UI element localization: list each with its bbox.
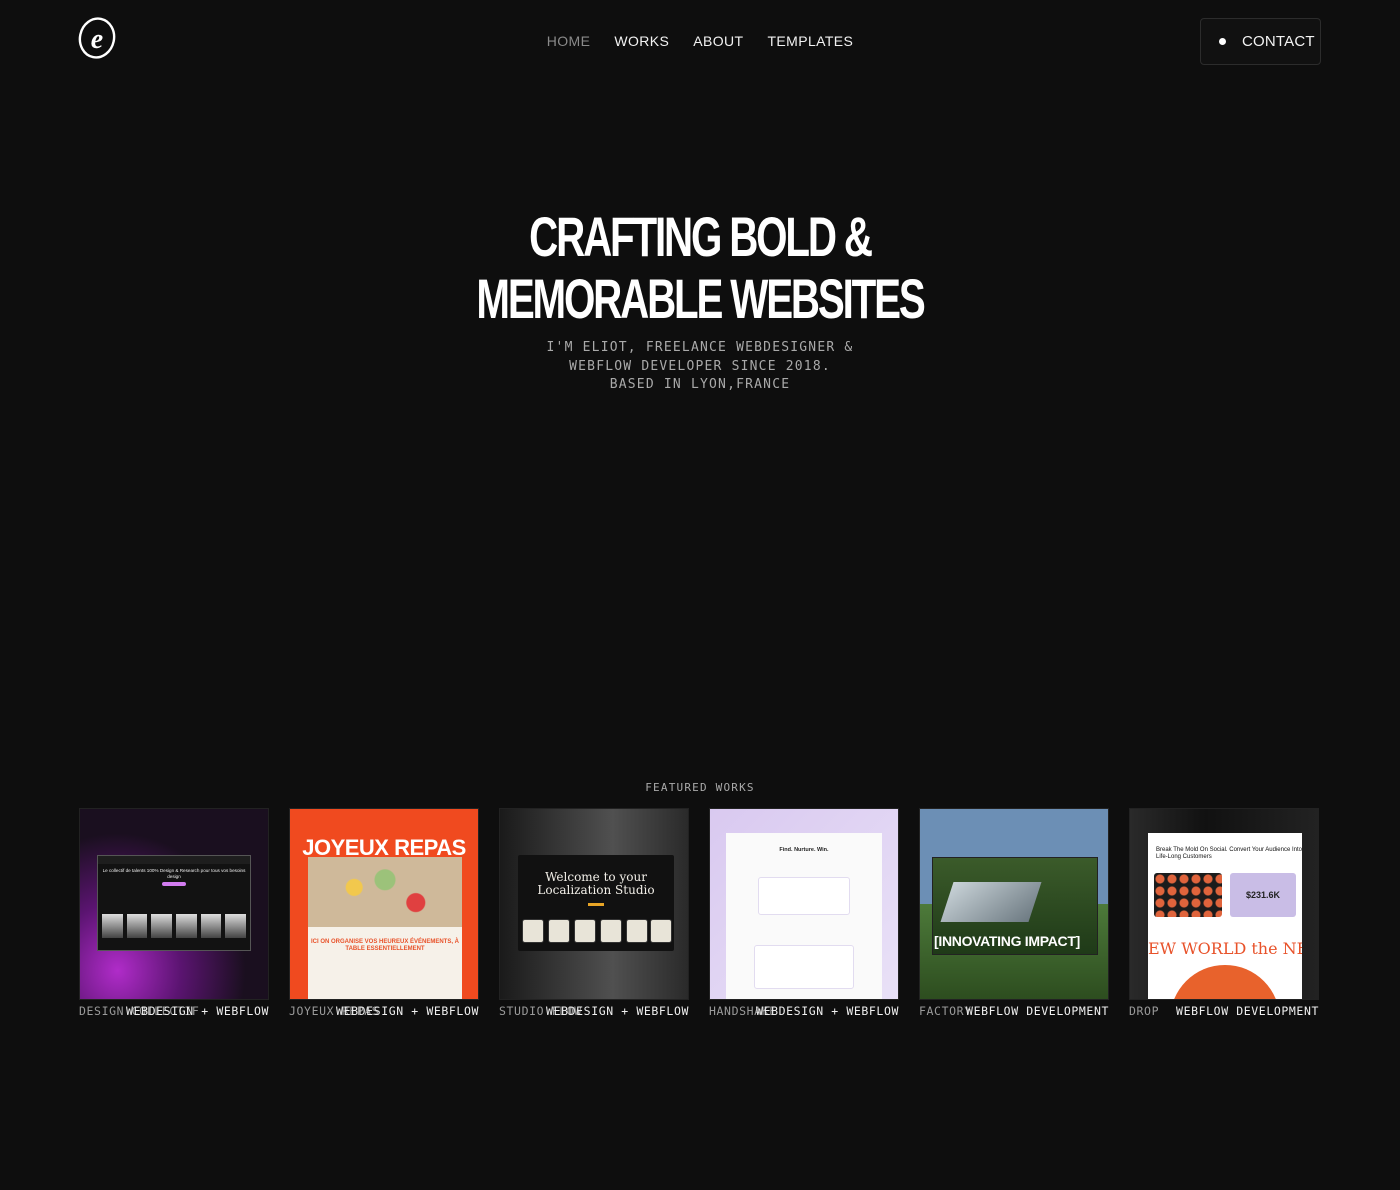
- work-card-handshake[interactable]: Find. Nurture. Win. HANDSHAKE WEBDESIGN …: [709, 808, 899, 1024]
- hero-subtitle-line: BASED IN LYON,FRANCE: [609, 377, 791, 392]
- thumb-panel: ICI ON ORGANISE VOS HEUREUX ÉVÉNEMENTS, …: [308, 927, 462, 999]
- hero-subtitle-line: WEBFLOW DEVELOPER SINCE 2018.: [569, 358, 831, 374]
- work-name: DROP: [1129, 1004, 1160, 1018]
- thumb-text: Find. Nurture. Win.: [779, 847, 829, 853]
- thumb-page: Break The Mold On Social. Convert Your A…: [1148, 833, 1302, 999]
- featured-works-label: FEATURED WORKS: [645, 781, 755, 794]
- nav-home[interactable]: HOME: [547, 33, 591, 49]
- thumb-text: Le collectif de talents 100% Design & Re…: [102, 868, 246, 879]
- thumb-text: Break The Mold On Social. Convert Your A…: [1156, 847, 1302, 860]
- work-thumbnail: JOYEUX REPAS ICI ON ORGANISE VOS HEUREUX…: [289, 808, 479, 1000]
- nav-works[interactable]: WORKS: [614, 33, 669, 49]
- work-thumbnail: Le collectif de talents 100% Design & Re…: [79, 808, 269, 1000]
- work-tag: WEBFLOW DEVELOPMENT: [966, 1004, 1109, 1018]
- hero-title: CRAFTING BOLD & MEMORABLE WEBSITES: [196, 206, 1204, 330]
- dot-icon: [1219, 38, 1226, 45]
- featured-works-list: Le collectif de talents 100% Design & Re…: [79, 808, 1319, 1024]
- hero-title-line: MEMORABLE WEBSITES: [476, 267, 925, 330]
- thumb-banner: EW WORLD the NEW W: [1148, 939, 1302, 958]
- thumb-text: [INNOVATING IMPACT]: [934, 933, 1080, 949]
- work-tag: WEBDESIGN + WEBFLOW: [756, 1004, 899, 1018]
- work-thumbnail: Welcome to your Localization Studio: [499, 808, 689, 1000]
- nav-templates[interactable]: TEMPLATES: [767, 33, 853, 49]
- nav-about[interactable]: ABOUT: [693, 33, 743, 49]
- work-card-factory[interactable]: [INNOVATING IMPACT] FACTORY WEBFLOW DEVE…: [919, 808, 1109, 1024]
- hero-subtitle: I'M ELIOT, FREELANCE WEBDESIGNER & WEBFL…: [0, 339, 1400, 395]
- thumb-text: Welcome to your Localization Studio: [537, 870, 655, 897]
- work-tag: WEBFLOW DEVELOPMENT: [1176, 1004, 1319, 1018]
- thumb-page: Find. Nurture. Win.: [726, 833, 882, 999]
- thumb-price: $231.6K: [1230, 873, 1296, 917]
- thumb-browser-window: Le collectif de talents 100% Design & Re…: [97, 855, 251, 951]
- thumb-text: ICI ON ORGANISE VOS HEUREUX ÉVÉNEMENTS, …: [310, 939, 460, 952]
- work-thumbnail: Break The Mold On Social. Convert Your A…: [1129, 808, 1319, 1000]
- work-thumbnail: [INNOVATING IMPACT]: [919, 808, 1109, 1000]
- work-card-drop[interactable]: Break The Mold On Social. Convert Your A…: [1129, 808, 1319, 1024]
- work-card-studio-flow[interactable]: Welcome to your Localization Studio STUD…: [499, 808, 689, 1024]
- thumb-title: JOYEUX REPAS: [302, 835, 466, 860]
- work-tag: WEBDESIGN + WEBFLOW: [126, 1004, 269, 1018]
- work-tag: WEBDESIGN + WEBFLOW: [336, 1004, 479, 1018]
- work-tag: WEBDESIGN + WEBFLOW: [546, 1004, 689, 1018]
- work-card-design-collectif[interactable]: Le collectif de talents 100% Design & Re…: [79, 808, 269, 1024]
- main-nav: HOME WORKS ABOUT TEMPLATES: [0, 33, 1400, 49]
- contact-button[interactable]: CONTACT: [1200, 18, 1321, 65]
- work-thumbnail: Find. Nurture. Win.: [709, 808, 899, 1000]
- work-card-joyeux-repas[interactable]: JOYEUX REPAS ICI ON ORGANISE VOS HEUREUX…: [289, 808, 479, 1024]
- thumb-food-image: [308, 857, 462, 933]
- hero-title-line: CRAFTING BOLD &: [529, 205, 873, 268]
- contact-label: CONTACT: [1242, 33, 1315, 50]
- hero-subtitle-line: I'M ELIOT, FREELANCE WEBDESIGNER &: [546, 340, 854, 355]
- work-name: FACTORY: [919, 1004, 972, 1018]
